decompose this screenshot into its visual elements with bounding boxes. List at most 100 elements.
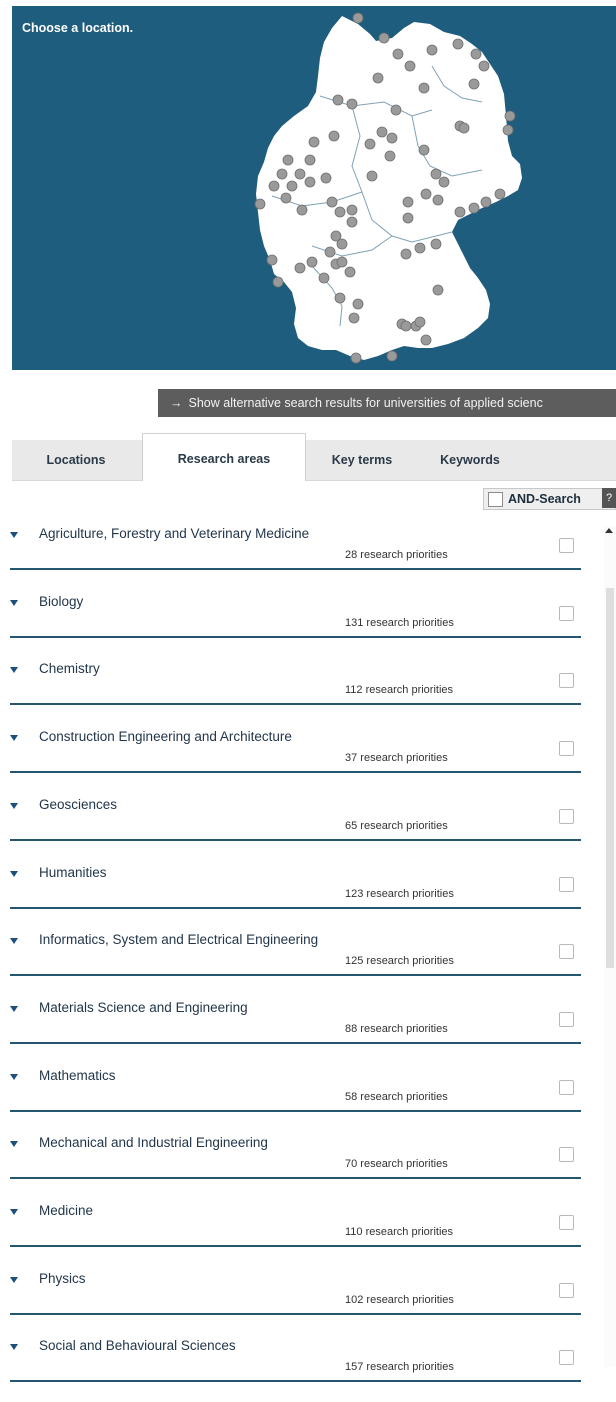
scroll-up-arrow-icon[interactable] (605, 528, 613, 533)
research-area-name[interactable]: Chemistry (39, 661, 100, 676)
university-marker[interactable] (414, 316, 426, 328)
university-marker[interactable] (502, 124, 514, 136)
expand-triangle-icon[interactable] (10, 532, 18, 538)
university-marker[interactable] (320, 172, 332, 184)
research-area-row[interactable]: Informatics, System and Electrical Engin… (0, 929, 600, 996)
university-marker[interactable] (400, 320, 412, 332)
university-marker[interactable] (328, 130, 340, 142)
university-marker[interactable] (326, 196, 338, 208)
research-area-row[interactable]: Construction Engineering and Architectur… (0, 726, 600, 793)
university-marker[interactable] (470, 48, 482, 60)
university-marker[interactable] (420, 334, 432, 346)
university-marker[interactable] (432, 194, 444, 206)
research-area-checkbox[interactable] (559, 605, 574, 621)
expand-triangle-icon[interactable] (10, 1141, 18, 1148)
university-marker[interactable] (438, 176, 450, 188)
university-marker[interactable] (308, 136, 320, 148)
expand-triangle-icon[interactable] (10, 1344, 18, 1351)
research-area-row[interactable]: Biology 131 research priorities (0, 591, 600, 658)
tab-locations[interactable]: Locations (12, 440, 140, 480)
university-marker[interactable] (414, 242, 426, 254)
research-area-row[interactable]: Mathematics 58 research priorities (0, 1065, 600, 1132)
university-marker[interactable] (458, 122, 470, 134)
university-marker[interactable] (468, 202, 480, 214)
university-marker[interactable] (306, 256, 318, 268)
expand-triangle-icon[interactable] (10, 938, 18, 945)
expand-triangle-icon[interactable] (10, 1209, 18, 1215)
research-area-name[interactable]: Geosciences (39, 797, 117, 812)
university-marker[interactable] (432, 284, 444, 296)
expand-triangle-icon[interactable] (10, 667, 18, 674)
university-marker[interactable] (452, 38, 464, 50)
university-marker[interactable] (318, 272, 330, 284)
research-area-checkbox[interactable] (559, 1079, 574, 1095)
university-marker[interactable] (480, 196, 492, 208)
research-area-checkbox[interactable] (559, 673, 574, 689)
university-marker[interactable] (372, 72, 384, 84)
university-marker[interactable] (430, 168, 442, 180)
university-marker[interactable] (282, 154, 294, 166)
research-area-row[interactable]: Medicine 110 research priorities (0, 1200, 600, 1267)
expand-triangle-icon[interactable] (10, 735, 18, 742)
tab-keywords[interactable]: Keywords (422, 440, 518, 480)
university-marker[interactable] (266, 254, 278, 266)
research-area-name[interactable]: Agriculture, Forestry and Veterinary Med… (39, 526, 309, 541)
research-area-row[interactable]: Materials Science and Engineering 88 rese… (0, 997, 600, 1064)
research-area-checkbox[interactable] (559, 1282, 574, 1298)
and-search-checkbox[interactable] (488, 492, 503, 507)
university-marker[interactable] (364, 138, 376, 150)
university-marker[interactable] (350, 352, 362, 364)
university-marker[interactable] (336, 256, 348, 268)
university-marker[interactable] (304, 176, 316, 188)
university-marker[interactable] (286, 180, 298, 192)
university-marker[interactable] (386, 350, 398, 362)
university-marker[interactable] (420, 188, 432, 200)
research-area-name[interactable]: Social and Behavioural Sciences (39, 1338, 236, 1353)
research-area-checkbox[interactable] (559, 538, 574, 553)
scrollbar-thumb[interactable] (606, 588, 614, 968)
research-area-row[interactable]: Social and Behavioural Sciences 157 resea… (0, 1335, 600, 1402)
research-area-name[interactable]: Mechanical and Industrial Engineering (39, 1135, 268, 1150)
university-marker[interactable] (346, 204, 358, 216)
and-search-toggle[interactable]: AND-Search (483, 488, 616, 510)
research-area-name[interactable]: Physics (39, 1271, 86, 1286)
university-marker[interactable] (336, 238, 348, 250)
university-marker[interactable] (280, 192, 292, 204)
research-area-checkbox[interactable] (559, 1011, 574, 1027)
research-area-name[interactable]: Humanities (39, 865, 107, 880)
expand-triangle-icon[interactable] (10, 1073, 18, 1080)
research-area-name[interactable]: Biology (39, 594, 83, 609)
expand-triangle-icon[interactable] (10, 1276, 18, 1283)
university-marker[interactable] (334, 206, 346, 218)
university-marker[interactable] (402, 212, 414, 224)
research-area-row[interactable]: Chemistry 112 research priorities (0, 658, 600, 725)
expand-triangle-icon[interactable] (10, 870, 18, 877)
university-marker[interactable] (304, 154, 316, 166)
alternative-results-link[interactable]: → Show alternative search results for uni… (158, 389, 616, 417)
university-marker[interactable] (478, 60, 490, 72)
research-area-checkbox[interactable] (559, 741, 574, 757)
university-marker[interactable] (294, 262, 306, 274)
university-marker[interactable] (296, 204, 308, 216)
university-marker[interactable] (344, 266, 356, 278)
university-marker[interactable] (346, 98, 358, 110)
expand-triangle-icon[interactable] (10, 599, 18, 606)
university-marker[interactable] (404, 60, 416, 72)
research-area-checkbox[interactable] (559, 808, 574, 824)
university-marker[interactable] (366, 170, 378, 182)
university-marker[interactable] (334, 292, 346, 304)
university-marker[interactable] (378, 32, 390, 44)
research-area-name[interactable]: Materials Science and Engineering (39, 1000, 248, 1015)
university-marker[interactable] (426, 44, 438, 56)
university-marker[interactable] (402, 196, 414, 208)
university-marker[interactable] (494, 188, 506, 200)
research-area-row[interactable]: Physics 102 research priorities (0, 1268, 600, 1335)
expand-triangle-icon[interactable] (10, 1005, 18, 1012)
university-marker[interactable] (332, 94, 344, 106)
research-area-name[interactable]: Construction Engineering and Architectur… (39, 729, 292, 744)
university-marker[interactable] (254, 198, 266, 210)
university-marker[interactable] (294, 168, 306, 180)
university-marker[interactable] (376, 126, 388, 138)
expand-triangle-icon[interactable] (10, 802, 18, 809)
research-area-checkbox[interactable] (559, 1147, 574, 1163)
